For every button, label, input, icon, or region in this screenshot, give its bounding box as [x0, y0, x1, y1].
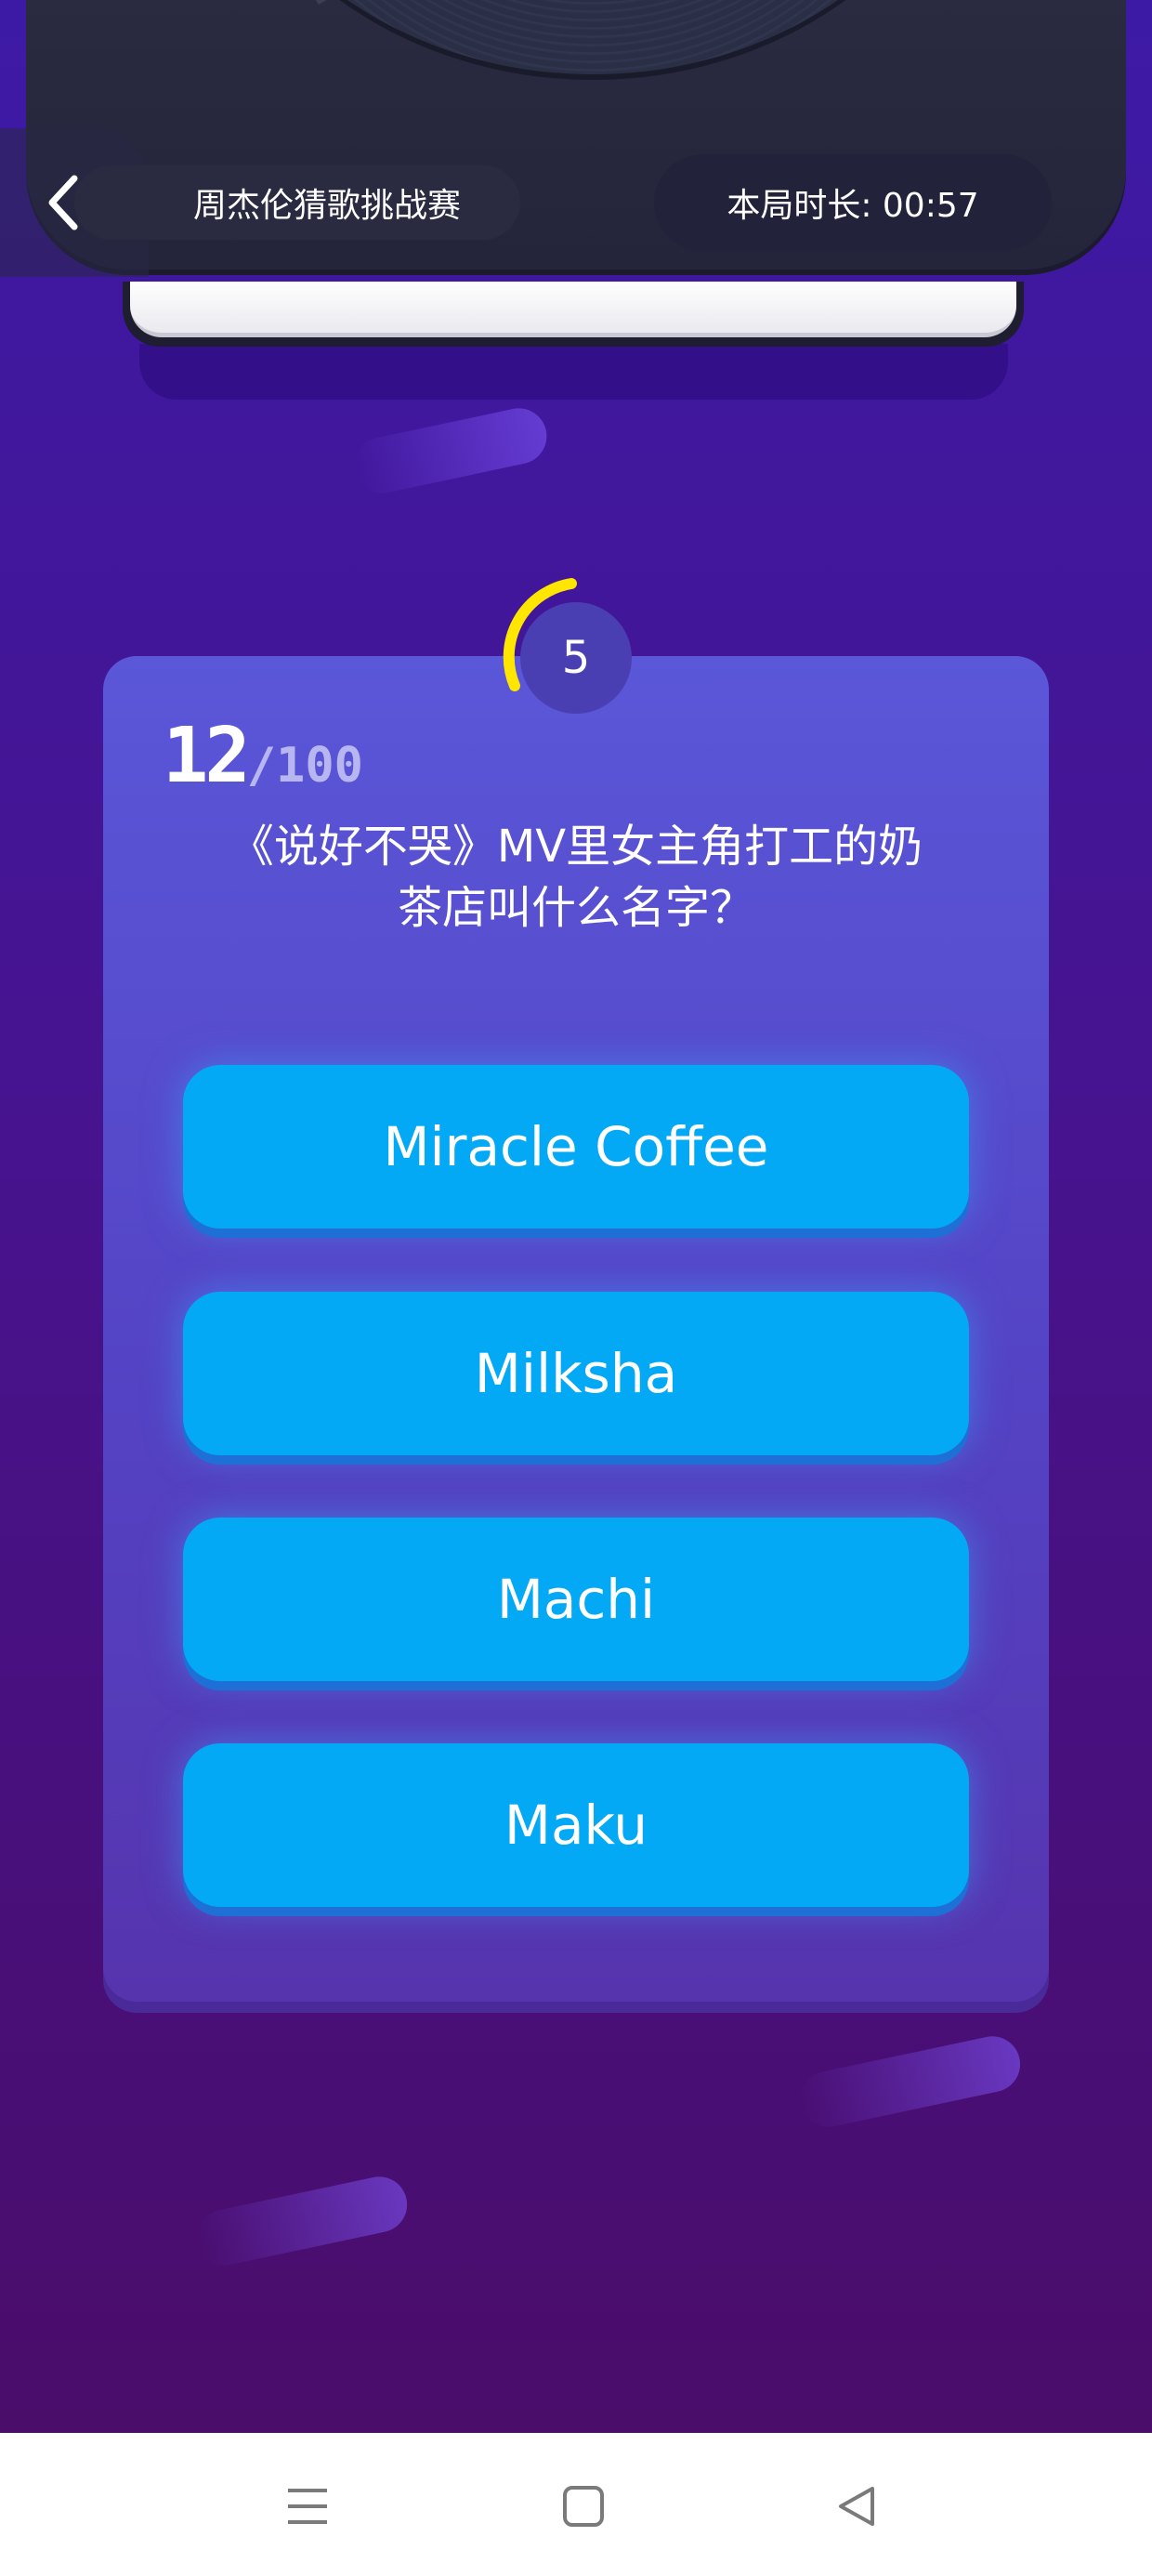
home-square-icon: [563, 2486, 604, 2527]
question-card: 12/100 《说好不哭》MV里女主角打工的奶茶店叫什么名字？ Miracle …: [103, 656, 1049, 2002]
game-title: 周杰伦猜歌挑战赛: [193, 187, 462, 225]
home-button[interactable]: [551, 2474, 616, 2539]
nav-back-button[interactable]: [824, 2474, 889, 2539]
progress-total: /100: [246, 738, 363, 794]
turntable-tray: [123, 282, 1024, 347]
answer-option-3[interactable]: Machi: [183, 1518, 969, 1681]
menu-icon: [288, 2489, 327, 2524]
vinyl-record: [193, 0, 992, 74]
decor-streak: [191, 2171, 412, 2271]
question-text: 《说好不哭》MV里女主角打工的奶茶店叫什么名字？: [229, 821, 923, 934]
back-triangle-icon: [839, 2487, 874, 2526]
countdown-number: 5: [520, 602, 632, 714]
tray-shadow: [139, 344, 1008, 400]
round-timer: 本局时长: 00:57: [654, 154, 1052, 251]
decor-streak: [349, 402, 552, 499]
progress-current: 12: [163, 712, 251, 800]
answer-option-4[interactable]: Maku: [183, 1743, 969, 1907]
game-stage: 周杰伦猜歌挑战赛 本局时长: 00:57 12/100 《说好不哭》MV里女主角…: [0, 0, 1152, 2433]
decor-streak: [795, 2031, 1026, 2133]
countdown-timer: 5: [494, 576, 658, 740]
system-nav-bar: [0, 2433, 1152, 2576]
game-title-pill: 周杰伦猜歌挑战赛: [74, 165, 520, 240]
question-progress: 12/100: [163, 712, 363, 800]
answer-option-1[interactable]: Miracle Coffee: [183, 1065, 969, 1229]
answer-option-2[interactable]: Milksha: [183, 1292, 969, 1455]
tray-inner: [130, 282, 1016, 337]
menu-button[interactable]: [275, 2474, 340, 2539]
